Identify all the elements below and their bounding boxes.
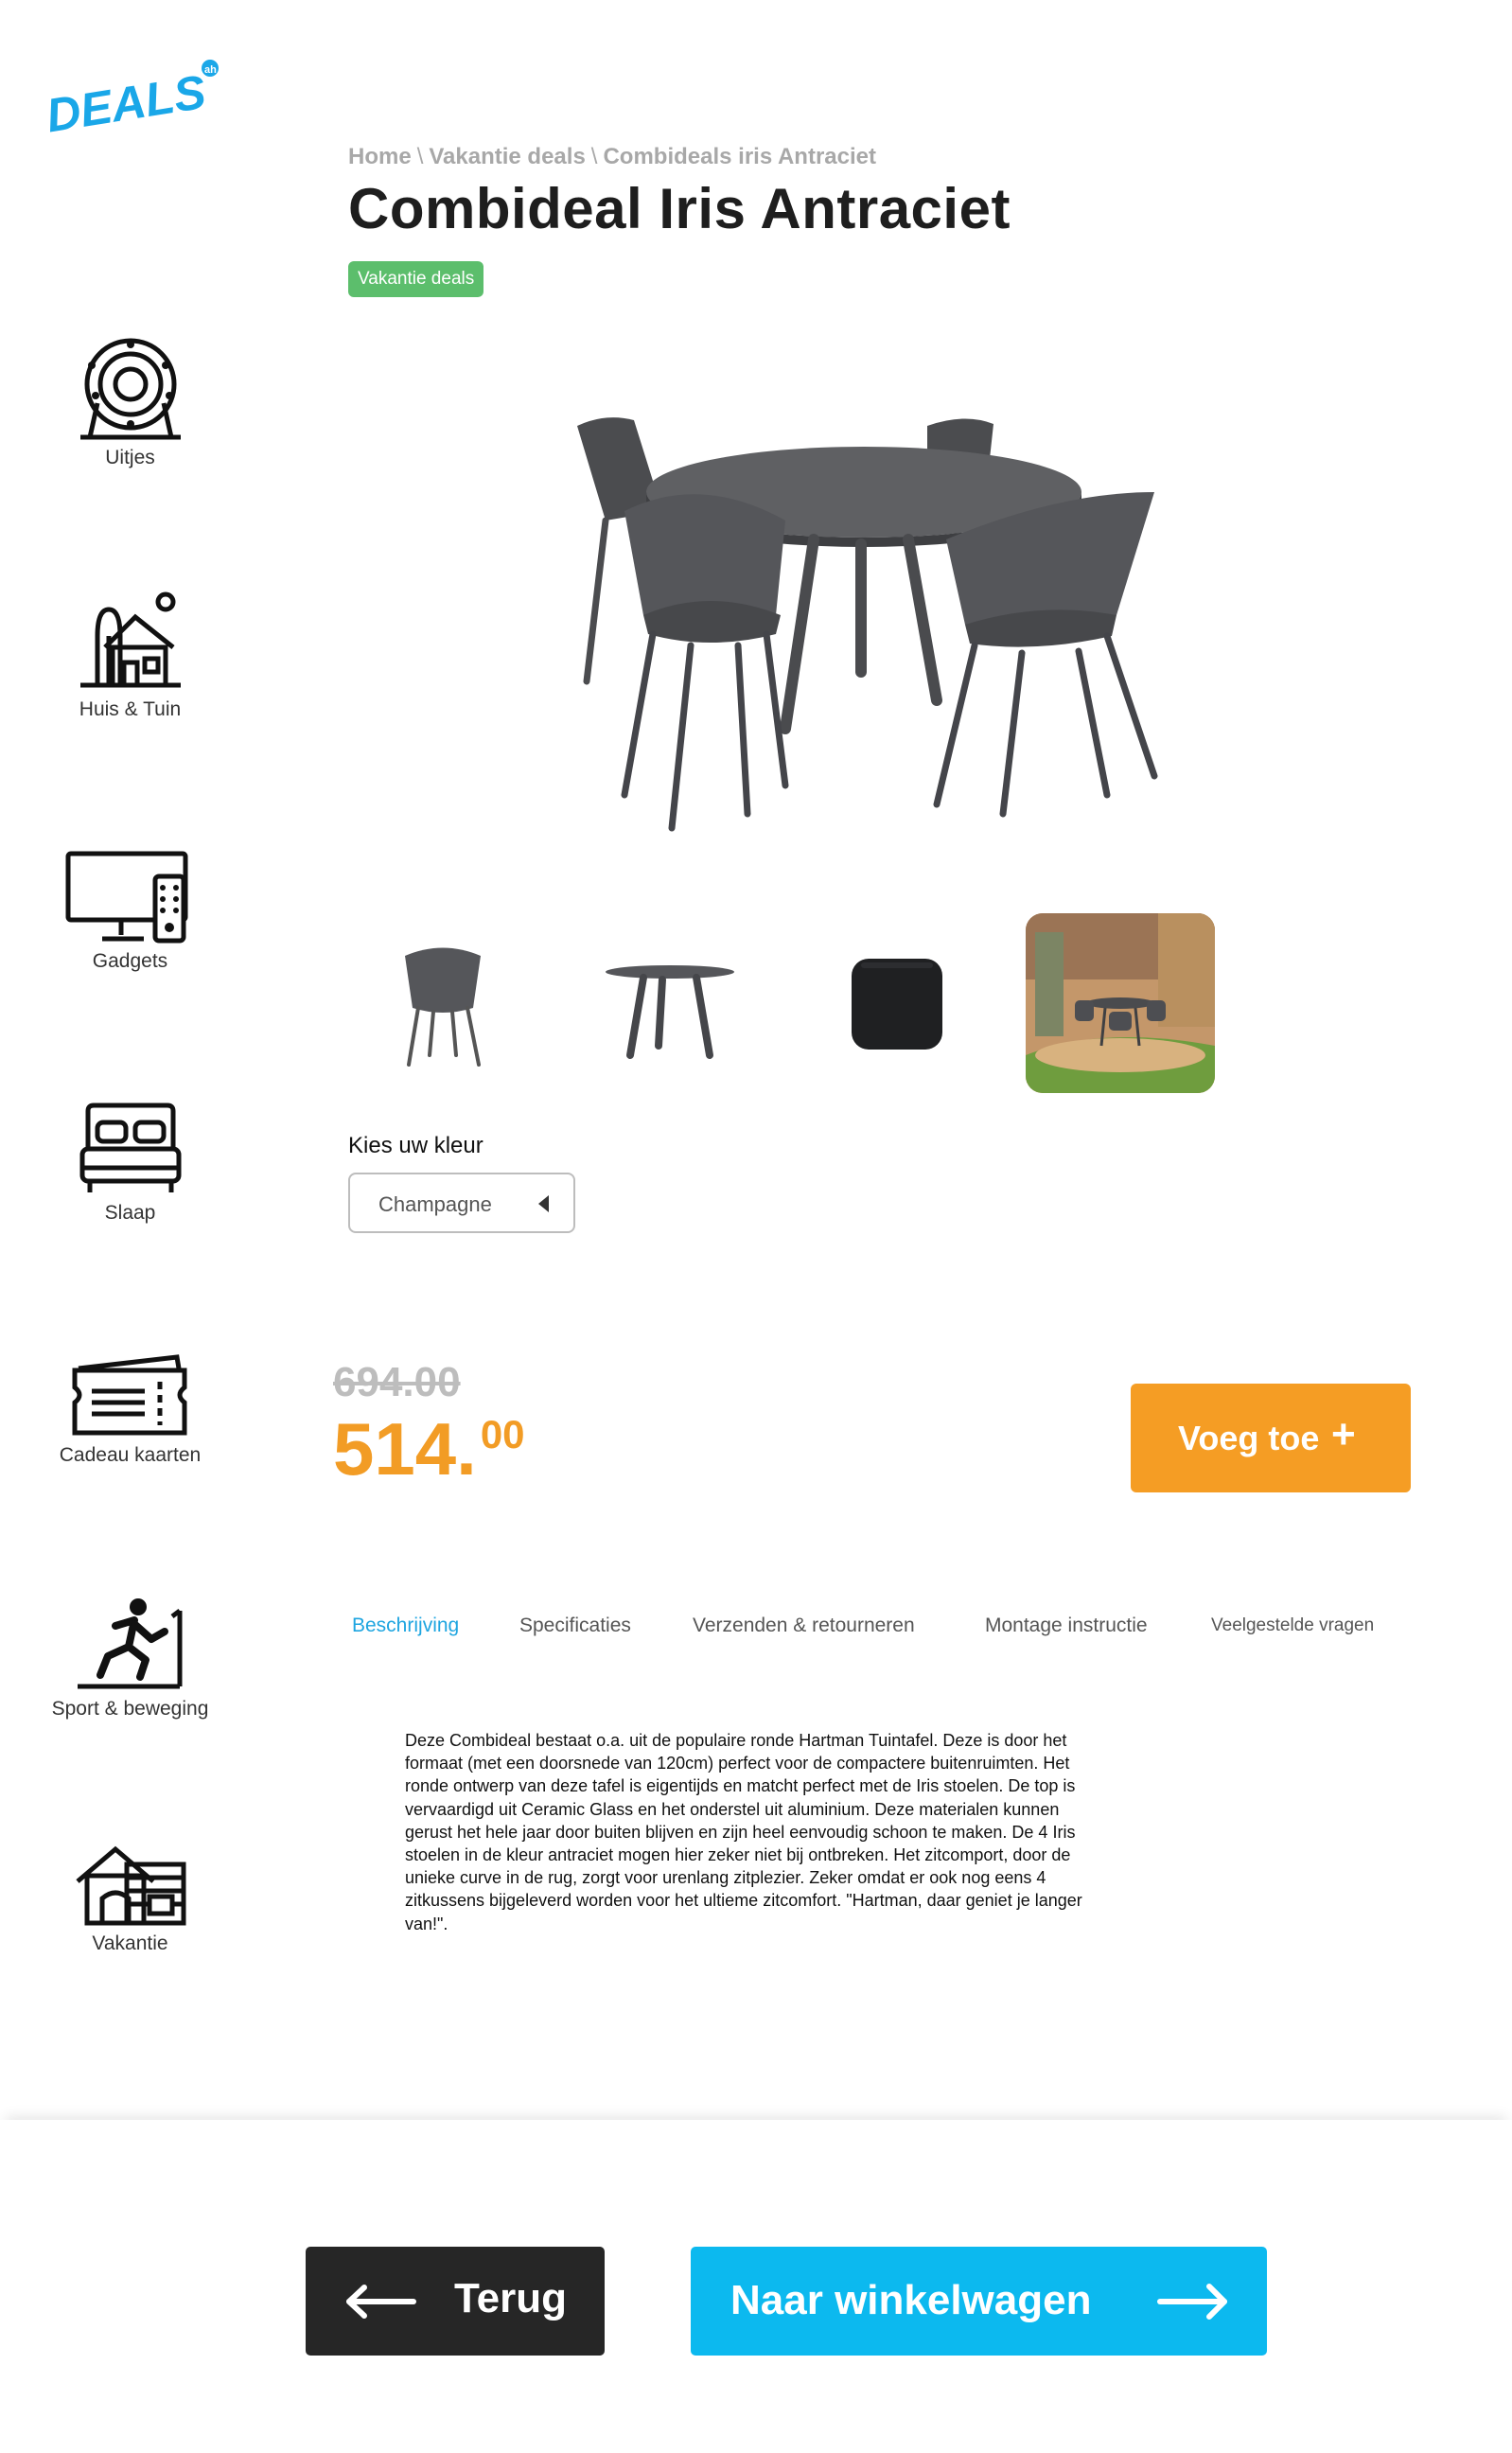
logo-text: DEALS [43, 65, 209, 140]
sidebar-item-label: Vakantie [92, 1932, 168, 1954]
tv-remote-icon [65, 851, 187, 944]
thumbnail-chair[interactable] [348, 913, 537, 1093]
plus-icon: + [1331, 1411, 1356, 1457]
sidebar-item-sport-beweging[interactable]: Sport & beweging [19, 1597, 241, 1721]
sidebar-item-label: Uitjes [105, 447, 155, 468]
ferris-wheel-icon [79, 338, 181, 440]
house-tree-icon [79, 591, 181, 688]
sidebar-item-slaap[interactable]: Slaap [19, 1102, 241, 1225]
breadcrumb-current: Combideals iris Antraciet [603, 144, 876, 169]
sidebar-item-label: Slaap [104, 1202, 156, 1224]
category-badge: Vakantie deals [348, 261, 484, 297]
sidebar-item-label: Huis & Tuin [79, 698, 182, 720]
arrow-left-icon [346, 2285, 416, 2319]
thumbnail-cushion[interactable] [802, 913, 992, 1093]
sidebar-item-label: Sport & beweging [51, 1698, 209, 1720]
back-button[interactable]: Terug [306, 2247, 605, 2356]
treadmill-runner-icon [77, 1598, 182, 1689]
product-description: Deze Combideal bestaat o.a. uit de popul… [405, 1731, 1082, 1933]
arrow-right-icon [1157, 2284, 1227, 2320]
thumbnail-patio-scene[interactable] [1026, 913, 1215, 1093]
add-to-cart-button[interactable]: Voeg toe + [1131, 1384, 1411, 1492]
gift-card-icon [72, 1354, 186, 1436]
tab-montage-instructie[interactable]: Montage instructie [985, 1615, 1148, 1637]
sidebar-item-gadgets[interactable]: Gadgets [19, 850, 241, 973]
old-price: 694.00 [333, 1359, 461, 1405]
caret-left-icon [538, 1195, 549, 1212]
current-price: 514.00 [333, 1406, 525, 1492]
breadcrumb: Home \ Vakantie deals \ Combideals iris Antr… [348, 144, 876, 170]
breadcrumb-separator: \ [416, 144, 424, 169]
tab-veelgestelde-vragen[interactable]: Veelgestelde vragen [1211, 1615, 1374, 1636]
thumbnail-table[interactable] [575, 913, 765, 1093]
breadcrumb-vakantie-deals[interactable]: Vakantie deals [429, 144, 585, 169]
cabin-icon [75, 1845, 185, 1926]
sidebar-item-uitjes[interactable]: Uitjes [19, 337, 241, 469]
cart-button-label: Naar winkelwagen [730, 2277, 1092, 2323]
add-button-label: Voeg toe [1178, 1419, 1320, 1457]
page-title: Combideal Iris Antraciet [348, 177, 1011, 240]
color-select-value: Champagne [378, 1192, 492, 1216]
sidebar-item-huis-tuin[interactable]: Huis & Tuin [19, 589, 241, 721]
price-integer: 514. [333, 1407, 477, 1491]
deals-logo-graphic: DEALS ah [43, 60, 219, 143]
tab-specificaties[interactable]: Specificaties [519, 1615, 631, 1637]
back-button-label: Terug [454, 2275, 567, 2321]
tab-beschrijving[interactable]: Beschrijving [352, 1615, 459, 1637]
color-select[interactable]: Champagne [348, 1173, 575, 1233]
breadcrumb-home[interactable]: Home [348, 144, 412, 169]
price-decimals: 00 [480, 1412, 525, 1456]
sidebar-item-label: Cadeau kaarten [59, 1444, 202, 1466]
tab-verzenden-retourneren[interactable]: Verzenden & retourneren [693, 1615, 915, 1637]
ah-badge-text: ah [204, 64, 217, 76]
sidebar-item-cadeau-kaarten[interactable]: Cadeau kaarten [19, 1353, 241, 1467]
breadcrumb-separator: \ [590, 144, 598, 169]
sidebar-item-label: Gadgets [92, 950, 168, 972]
deals-logo[interactable]: DEALS ah [42, 55, 231, 143]
sidebar-item-vakantie[interactable]: Vakantie [19, 1842, 241, 1955]
bed-icon [79, 1103, 181, 1192]
go-to-cart-button[interactable]: Naar winkelwagen [691, 2247, 1267, 2356]
main-product-image [549, 397, 1211, 852]
color-label: Kies uw kleur [348, 1133, 483, 1158]
